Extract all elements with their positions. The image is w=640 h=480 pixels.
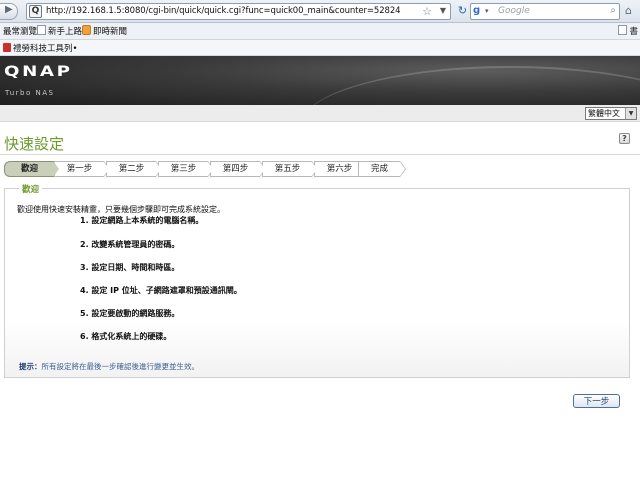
url-text[interactable]: http://192.168.1.5:8080/cgi-bin/quick/qu… (46, 6, 401, 16)
bookmarks-menu[interactable]: 書 (618, 25, 638, 37)
welcome-panel: 歡迎 歡迎使用快速安裝精靈，只要幾個步驟即可完成系統設定。 1. 設定網路上本系… (4, 183, 630, 378)
book-icon (618, 25, 628, 35)
step-2[interactable]: 第二步 (106, 161, 162, 177)
google-icon[interactable]: g (473, 5, 485, 18)
bookmarks-toolbar: 最常瀏覽 新手上路 即時新聞 書 (0, 23, 640, 40)
header-decoration (300, 66, 640, 105)
bookmark-item[interactable]: 最常瀏覽 (3, 25, 37, 37)
page-icon (37, 25, 46, 35)
language-bar: 繁體中文 ▼ (0, 105, 640, 122)
language-select[interactable]: 繁體中文 ▼ (585, 107, 637, 120)
star-icon[interactable]: ☆ (422, 5, 432, 18)
toolbar-icon (3, 43, 11, 52)
step-1[interactable]: 第一步 (54, 161, 110, 177)
bookmark-item[interactable]: 新手上路 (37, 25, 82, 37)
hint-body: 所有設定將在最後一步確認後進行變更並生效。 (41, 362, 200, 371)
bookmark-item[interactable]: 即時新聞 (82, 25, 127, 37)
step-5[interactable]: 第五步 (262, 161, 318, 177)
rss-icon (82, 25, 91, 35)
step-4[interactable]: 第四步 (210, 161, 266, 177)
step-6[interactable]: 第六步 (314, 161, 370, 177)
setup-item: 3. 設定日期、時間和時區。 (80, 263, 180, 272)
toolbar-item[interactable]: 禮勞科技工具列• (3, 42, 78, 54)
setup-item: 4. 設定 IP 位址、子網路遮罩和預設通訊閘。 (80, 286, 242, 295)
next-button[interactable]: 下一步 (573, 394, 620, 408)
address-bar[interactable]: Q http://192.168.1.5:8080/cgi-bin/quick/… (26, 3, 451, 20)
language-selected: 繁體中文 (588, 109, 620, 118)
chevron-down-icon[interactable]: ▼ (625, 108, 636, 119)
page-title: 快速設定 (4, 135, 65, 153)
hint-label: 提示： (19, 362, 42, 371)
panel-legend: 歡迎 (19, 183, 43, 195)
site-icon: Q (29, 5, 42, 18)
step-3[interactable]: 第三步 (158, 161, 214, 177)
divider (0, 154, 640, 155)
browser-toolbar: ▶ Q http://192.168.1.5:8080/cgi-bin/quic… (0, 0, 640, 23)
hint-text: 提示：所有設定將在最後一步確認後進行變更並生效。 (19, 361, 199, 372)
search-icon[interactable]: ⌕ (610, 5, 616, 16)
extension-toolbar: 禮勞科技工具列• (0, 40, 640, 56)
chevron-down-icon[interactable]: ▼ (440, 6, 446, 15)
setup-item: 5. 設定要啟動的網路服務。 (80, 309, 180, 318)
wizard-steps: 歡迎 第一步 第二步 第三步 第四步 第五步 第六步 完成 (4, 161, 424, 177)
setup-item: 2. 改變系統管理員的密碼。 (80, 240, 180, 249)
qnap-logo: QNAP (4, 64, 73, 80)
qnap-header: QNAP Turbo NAS (0, 56, 640, 105)
setup-item: 1. 設定網路上本系統的電腦名稱。 (80, 216, 204, 225)
search-placeholder[interactable]: Google (498, 6, 530, 16)
setup-item: 6. 格式化系統上的硬碟。 (80, 332, 172, 341)
forward-arrow-icon[interactable]: ▶ (5, 4, 13, 15)
step-welcome[interactable]: 歡迎 (4, 161, 60, 177)
chevron-down-icon[interactable]: ▾ (485, 7, 489, 15)
help-icon[interactable]: ? (619, 133, 630, 144)
search-input[interactable]: g ▾ Google ⌕ (470, 3, 620, 20)
intro-text: 歡迎使用快速安裝精靈，只要幾個步驟即可完成系統設定。 (17, 205, 225, 214)
product-subtitle: Turbo NAS (5, 89, 55, 97)
home-icon[interactable]: ⌂ (625, 4, 632, 17)
reload-icon[interactable]: ↻ (455, 4, 470, 19)
